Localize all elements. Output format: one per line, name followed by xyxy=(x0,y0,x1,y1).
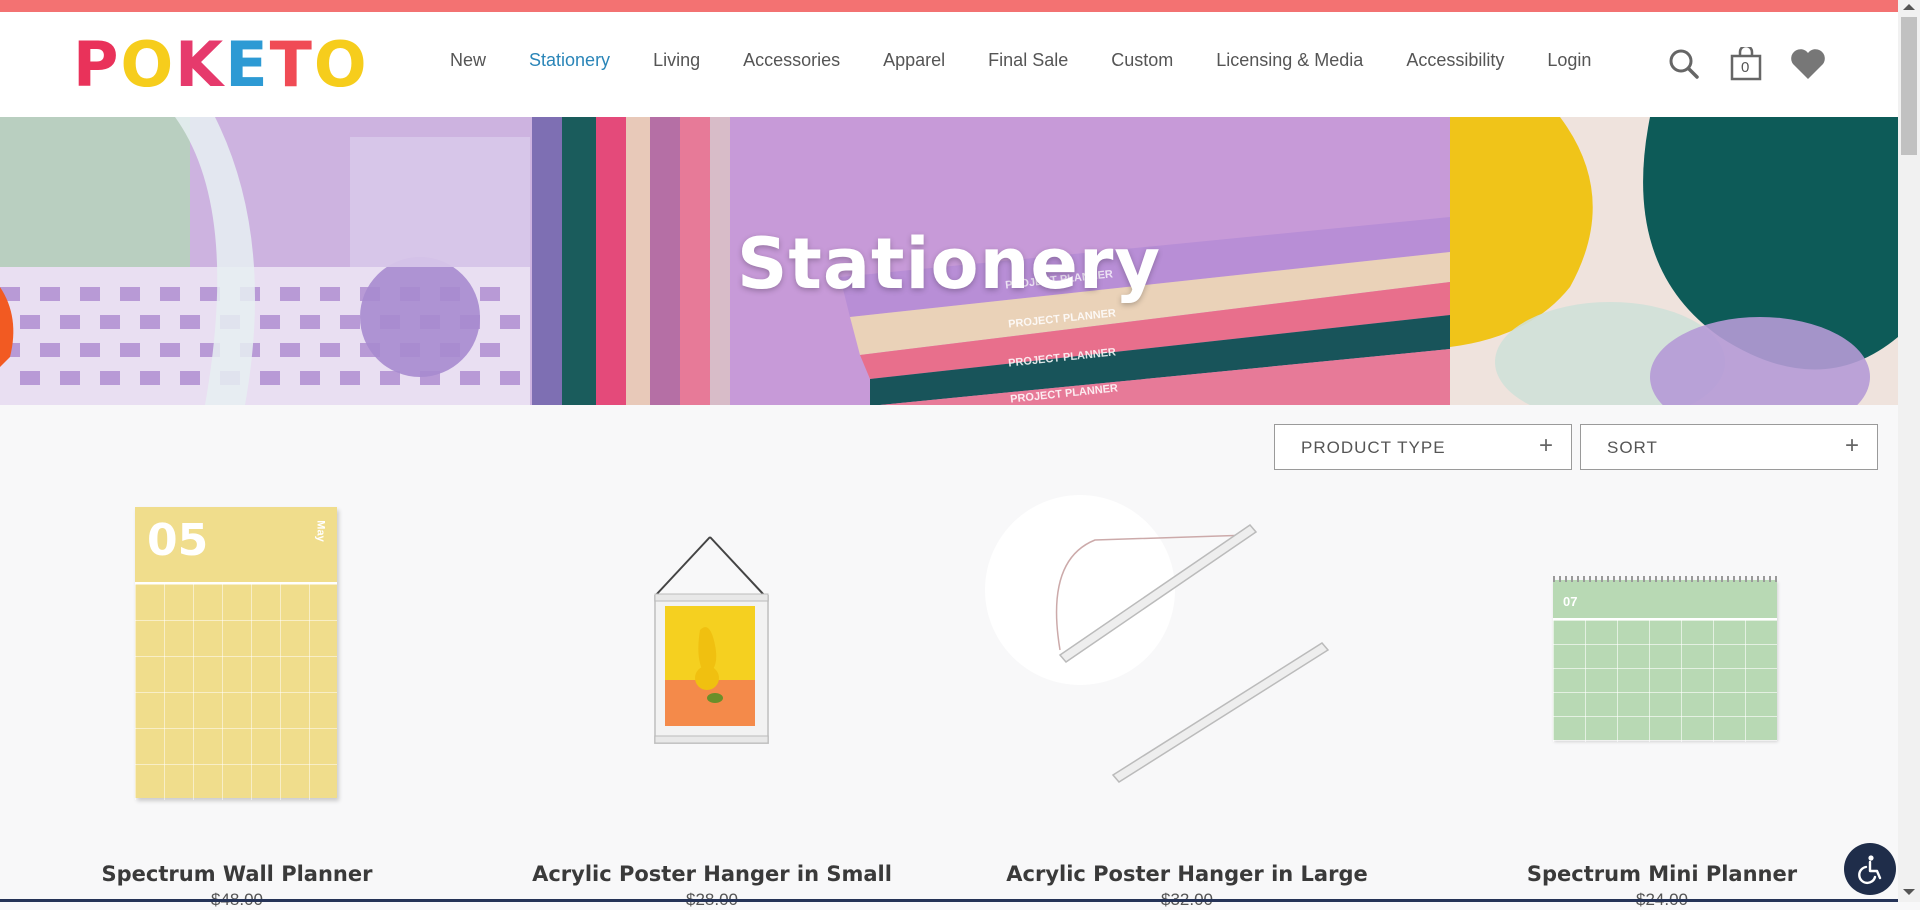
product-image[interactable]: 07 xyxy=(1425,480,1899,840)
scroll-up-arrow[interactable] xyxy=(1903,4,1915,10)
logo-letter: T xyxy=(269,28,314,101)
mini-planner-image: 07 xyxy=(1553,576,1777,742)
nav-item-final-sale[interactable]: Final Sale xyxy=(988,50,1068,71)
product-name[interactable]: Acrylic Poster Hanger in Large xyxy=(950,862,1424,886)
promo-bar xyxy=(0,0,1898,12)
nav-item-new[interactable]: New xyxy=(450,50,486,71)
nav-item-login[interactable]: Login xyxy=(1547,50,1591,71)
logo-letter: P xyxy=(73,28,121,101)
logo-letter: O xyxy=(313,28,369,101)
scroll-down-arrow[interactable] xyxy=(1903,889,1915,895)
nav-item-living[interactable]: Living xyxy=(653,50,700,71)
product-card[interactable]: Acrylic Poster Hanger in Large $32.00 xyxy=(950,480,1424,909)
planner-number: 07 xyxy=(1563,594,1578,609)
plus-icon: + xyxy=(1538,432,1553,459)
nav-item-apparel[interactable]: Apparel xyxy=(883,50,945,71)
poketo-logo[interactable]: POKETO xyxy=(73,28,369,101)
search-icon[interactable] xyxy=(1664,44,1704,84)
product-image[interactable] xyxy=(950,480,1424,840)
product-card[interactable]: 07 Spectrum Mini Planner $24.00 xyxy=(1425,480,1899,909)
nav-item-licensing-media[interactable]: Licensing & Media xyxy=(1216,50,1363,71)
product-name[interactable]: Spectrum Wall Planner xyxy=(0,862,474,886)
cart-count: 0 xyxy=(1741,59,1750,76)
product-type-label: PRODUCT TYPE xyxy=(1301,438,1446,457)
book-label: PROJECT PLANNER xyxy=(1007,346,1117,370)
accessibility-widget-button[interactable] xyxy=(1844,843,1896,895)
nav-item-stationery[interactable]: Stationery xyxy=(529,50,610,71)
logo-letter: O xyxy=(120,28,176,101)
planner-month: May xyxy=(314,520,327,542)
page-title: Stationery xyxy=(736,223,1162,305)
nav-item-accessories[interactable]: Accessories xyxy=(743,50,840,71)
logo-letter: K xyxy=(175,28,226,101)
heart-icon[interactable] xyxy=(1788,44,1828,84)
product-image[interactable]: 05 May xyxy=(0,480,474,840)
sort-label: SORT xyxy=(1607,438,1658,457)
sort-filter[interactable]: SORT + xyxy=(1580,424,1878,470)
book-label: PROJECT PLANNER xyxy=(1009,382,1119,405)
spiral-binding xyxy=(1553,576,1777,582)
plus-icon: + xyxy=(1844,432,1859,459)
planner-grid xyxy=(135,582,337,800)
hero-banner: PROJECT PLANNER PROJECT PLANNER PROJECT … xyxy=(0,117,1898,405)
product-image[interactable] xyxy=(475,480,949,840)
product-card[interactable]: 05 May Spectrum Wall Planner $48.00 xyxy=(0,480,474,909)
product-name[interactable]: Spectrum Mini Planner xyxy=(1425,862,1899,886)
site-header: POKETO New Stationery Living Accessories App… xyxy=(0,12,1898,117)
nav-item-custom[interactable]: Custom xyxy=(1111,50,1173,71)
poster-hanger-large-image xyxy=(985,495,1330,783)
bag-icon[interactable]: 0 xyxy=(1726,44,1766,84)
planner-grid xyxy=(1553,618,1777,742)
nav-item-accessibility[interactable]: Accessibility xyxy=(1406,50,1504,71)
product-name[interactable]: Acrylic Poster Hanger in Small xyxy=(475,862,949,886)
header-icons: 0 xyxy=(1664,44,1850,84)
planner-number: 05 xyxy=(147,515,209,566)
wall-planner-image: 05 May xyxy=(135,507,337,800)
wheelchair-icon xyxy=(1858,855,1882,885)
product-card[interactable]: Acrylic Poster Hanger in Small $28.00 xyxy=(475,480,949,909)
product-type-filter[interactable]: PRODUCT TYPE + xyxy=(1274,424,1572,470)
scrollbar-thumb[interactable] xyxy=(1901,17,1917,155)
book-label: PROJECT PLANNER xyxy=(1007,307,1117,331)
main-nav: New Stationery Living Accessories Apparel Fin… xyxy=(450,50,1634,71)
logo-letter: E xyxy=(225,28,270,101)
poster-hanger-small-image xyxy=(654,536,769,744)
